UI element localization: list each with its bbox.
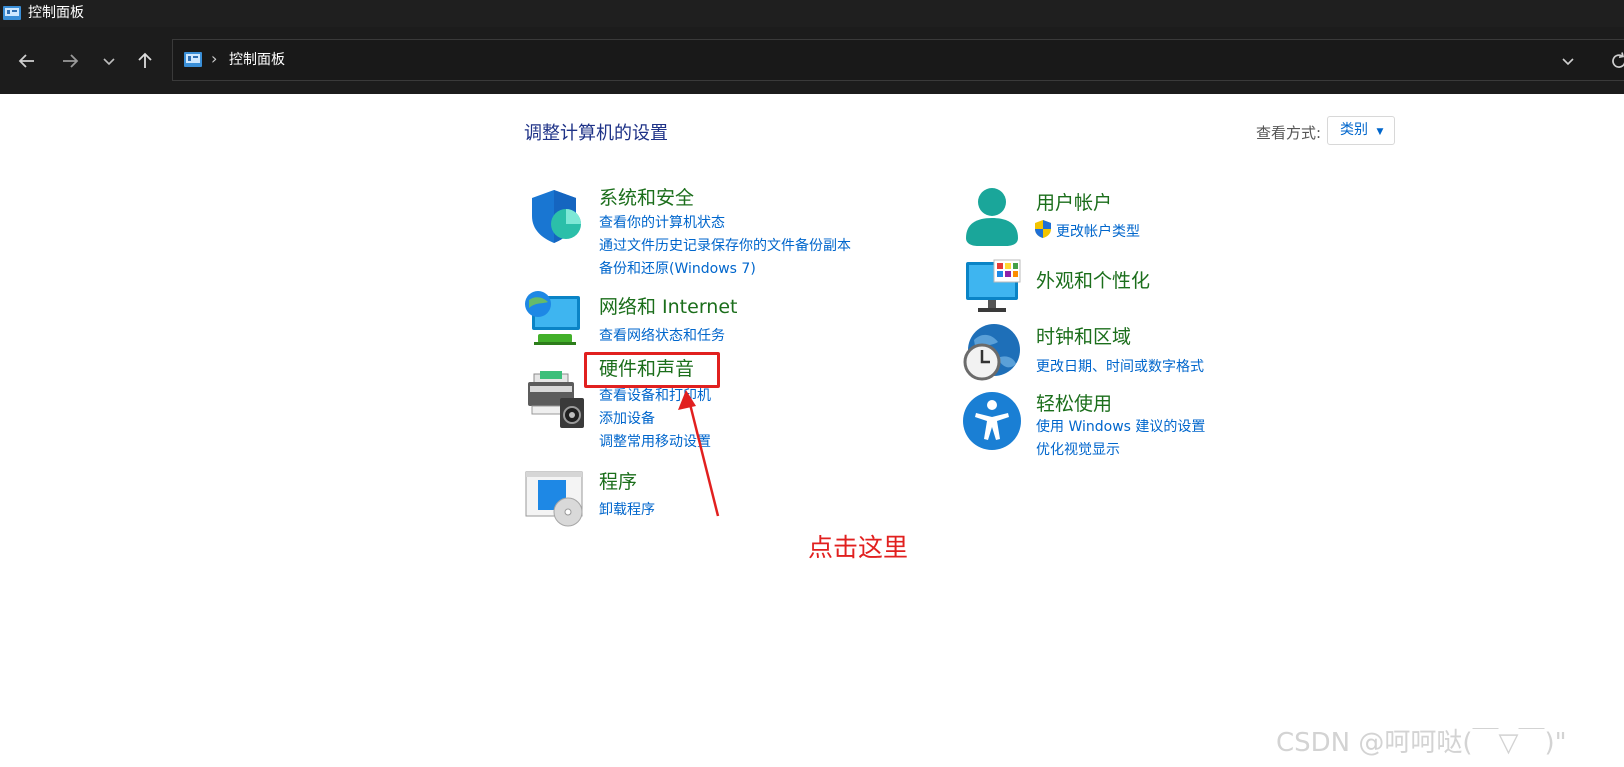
uac-shield-icon [1035,220,1051,238]
link-change-account-type[interactable]: 更改帐户类型 [1056,221,1140,241]
arrow-up-icon [138,52,152,68]
view-by-value: 类别 [1340,122,1368,138]
address-history-button[interactable] [1561,49,1575,72]
user-icon[interactable] [962,186,1022,246]
clock-globe-icon[interactable] [962,322,1022,382]
control-panel-icon [3,6,21,20]
category-appearance[interactable]: 外观和个性化 [1036,266,1150,293]
back-button[interactable] [12,46,42,76]
annotation-text: 点击这里 [808,533,909,562]
link-windows-recommended[interactable]: 使用 Windows 建议的设置 [1036,416,1205,436]
network-icon[interactable] [524,290,584,350]
watermark: CSDN @呵呵哒(￣▽￣)" [1276,728,1567,758]
highlight-box [584,352,720,388]
view-by-dropdown[interactable]: 类别 ▼ [1327,116,1395,145]
link-network-status[interactable]: 查看网络状态和任务 [599,325,725,345]
caret-down-icon: ▼ [1376,127,1384,137]
link-view-computer-status[interactable]: 查看你的计算机状态 [599,212,725,232]
category-system-security[interactable]: 系统和安全 [599,183,694,210]
link-change-date-time-format[interactable]: 更改日期、时间或数字格式 [1036,356,1204,376]
window-title: 控制面板 [28,5,84,21]
accessibility-icon[interactable] [962,391,1022,451]
arrow-right-icon [63,54,79,68]
navigation-bar: › 控制面板 [0,27,1624,94]
link-add-device[interactable]: 添加设备 [599,408,655,428]
chevron-down-icon [103,58,115,66]
category-programs[interactable]: 程序 [599,467,637,494]
link-backup-restore[interactable]: 备份和还原(Windows 7) [599,258,756,278]
view-by-label: 查看方式: [1256,124,1322,142]
arrow-left-icon [18,54,34,68]
recent-locations-button[interactable] [94,46,124,76]
category-clock-region[interactable]: 时钟和区域 [1036,322,1131,349]
forward-button[interactable] [55,46,85,76]
title-bar: 控制面板 [0,0,1624,27]
refresh-button[interactable] [1609,47,1624,76]
annotation-arrow [678,390,720,517]
programs-icon[interactable] [524,470,584,530]
appearance-icon[interactable] [962,258,1022,318]
chevron-down-icon [1562,58,1574,66]
category-user-accounts[interactable]: 用户帐户 [1036,188,1112,215]
up-button[interactable] [130,46,160,76]
page-title: 调整计算机的设置 [524,123,668,144]
breadcrumb[interactable]: 控制面板 [229,51,285,69]
link-optimize-visual[interactable]: 优化视觉显示 [1036,439,1120,459]
shield-icon[interactable] [526,186,586,246]
category-network-internet[interactable]: 网络和 Internet [599,292,737,319]
chevron-right-icon: › [211,49,218,68]
category-ease-of-access[interactable]: 轻松使用 [1036,389,1112,416]
refresh-icon [1612,52,1624,68]
printer-speaker-icon[interactable] [526,370,586,430]
link-uninstall-program[interactable]: 卸载程序 [599,499,655,519]
link-file-history-backup[interactable]: 通过文件历史记录保存你的文件备份副本 [599,235,851,255]
control-panel-icon [184,52,202,67]
address-bar[interactable]: › 控制面板 [172,39,1624,81]
